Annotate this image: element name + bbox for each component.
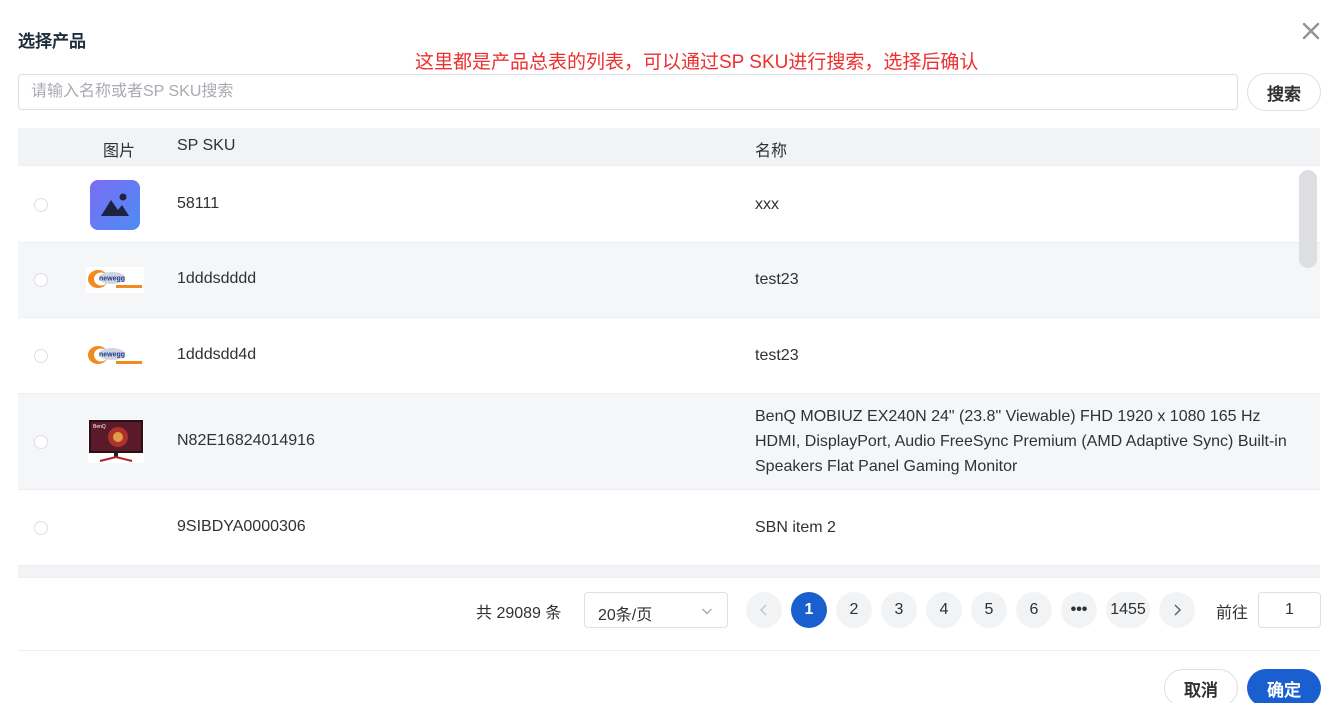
svg-text:BenQ: BenQ — [93, 424, 106, 430]
goto-page-input[interactable] — [1258, 592, 1321, 628]
page-button-last[interactable]: 1455 — [1106, 592, 1150, 628]
page-button-6[interactable]: 6 — [1016, 592, 1052, 628]
cancel-button[interactable]: 取消 — [1164, 669, 1238, 703]
column-header-name: 名称 — [755, 143, 788, 160]
benq-monitor-photo: BenQ — [88, 419, 144, 463]
page-size-select[interactable]: 20条/页 — [584, 592, 728, 628]
divider — [18, 650, 1320, 651]
row-name: test23 — [755, 347, 799, 364]
page-button-3[interactable]: 3 — [881, 592, 917, 628]
table-header: 图片 SP SKU 名称 — [18, 128, 1320, 166]
close-icon[interactable] — [1300, 20, 1322, 42]
page-button-2[interactable]: 2 — [836, 592, 872, 628]
row-name: SBN item 2 — [755, 519, 836, 536]
svg-text:newegg: newegg — [99, 352, 125, 359]
page-size-value: 20条/页 — [598, 607, 653, 624]
annotation-note: 这里都是产品总表的列表，可以通过SP SKU进行搜索，选择后确认 — [415, 52, 979, 73]
newegg-logo: newegg — [86, 343, 144, 369]
divider — [18, 577, 1320, 578]
newegg-logo: newegg — [86, 267, 144, 293]
chevron-down-icon — [702, 608, 712, 615]
page-button-1[interactable]: 1 — [791, 592, 827, 628]
page-button-5[interactable]: 5 — [971, 592, 1007, 628]
table-row[interactable]: newegg 1dddsdddd test23 — [18, 243, 1320, 318]
pagination-total: 共 29089 条 — [476, 605, 562, 622]
row-radio[interactable] — [34, 273, 48, 287]
goto-label: 前往 — [1216, 605, 1249, 622]
search-button[interactable]: 搜索 — [1247, 73, 1321, 111]
image-placeholder-icon — [90, 180, 140, 230]
row-radio[interactable] — [34, 349, 48, 363]
row-sku: 9SIBDYA0000306 — [177, 518, 306, 535]
row-radio[interactable] — [34, 521, 48, 535]
dialog-title: 选择产品 — [18, 32, 86, 51]
prev-page-button[interactable] — [746, 592, 782, 628]
row-name: test23 — [755, 271, 799, 288]
table-row[interactable]: newegg 1dddsdd4d test23 — [18, 318, 1320, 394]
next-page-button[interactable] — [1159, 592, 1195, 628]
confirm-button[interactable]: 确定 — [1247, 669, 1321, 703]
table-row[interactable]: 58111 xxx — [18, 167, 1320, 243]
row-radio[interactable] — [34, 435, 48, 449]
row-sku: N82E16824014916 — [177, 432, 315, 449]
row-radio[interactable] — [34, 198, 48, 212]
chevron-right-icon — [1174, 604, 1182, 616]
row-name: xxx — [755, 196, 779, 213]
column-header-image: 图片 — [103, 143, 136, 160]
page-button-4[interactable]: 4 — [926, 592, 962, 628]
svg-text:newegg: newegg — [99, 276, 125, 283]
table-scrollbar[interactable] — [1299, 170, 1317, 268]
row-sku: 58111 — [177, 195, 220, 212]
more-pages-button[interactable]: ••• — [1061, 592, 1097, 628]
column-header-sku: SP SKU — [177, 137, 236, 154]
row-sku: 1dddsdddd — [177, 270, 257, 287]
search-input[interactable] — [18, 74, 1238, 110]
row-sku: 1dddsdd4d — [177, 346, 257, 363]
table-row[interactable]: BenQ N82E16824014916 BenQ MOBIUZ EX240N … — [18, 394, 1320, 490]
product-table: 图片 SP SKU 名称 58111 xxx newegg 1dddsdddd … — [18, 128, 1320, 578]
table-row[interactable]: 9SIBDYA0000306 SBN item 2 — [18, 490, 1320, 566]
row-name: BenQ MOBIUZ EX240N 24" (23.8" Viewable) … — [755, 408, 1287, 475]
chevron-left-icon — [759, 604, 767, 616]
